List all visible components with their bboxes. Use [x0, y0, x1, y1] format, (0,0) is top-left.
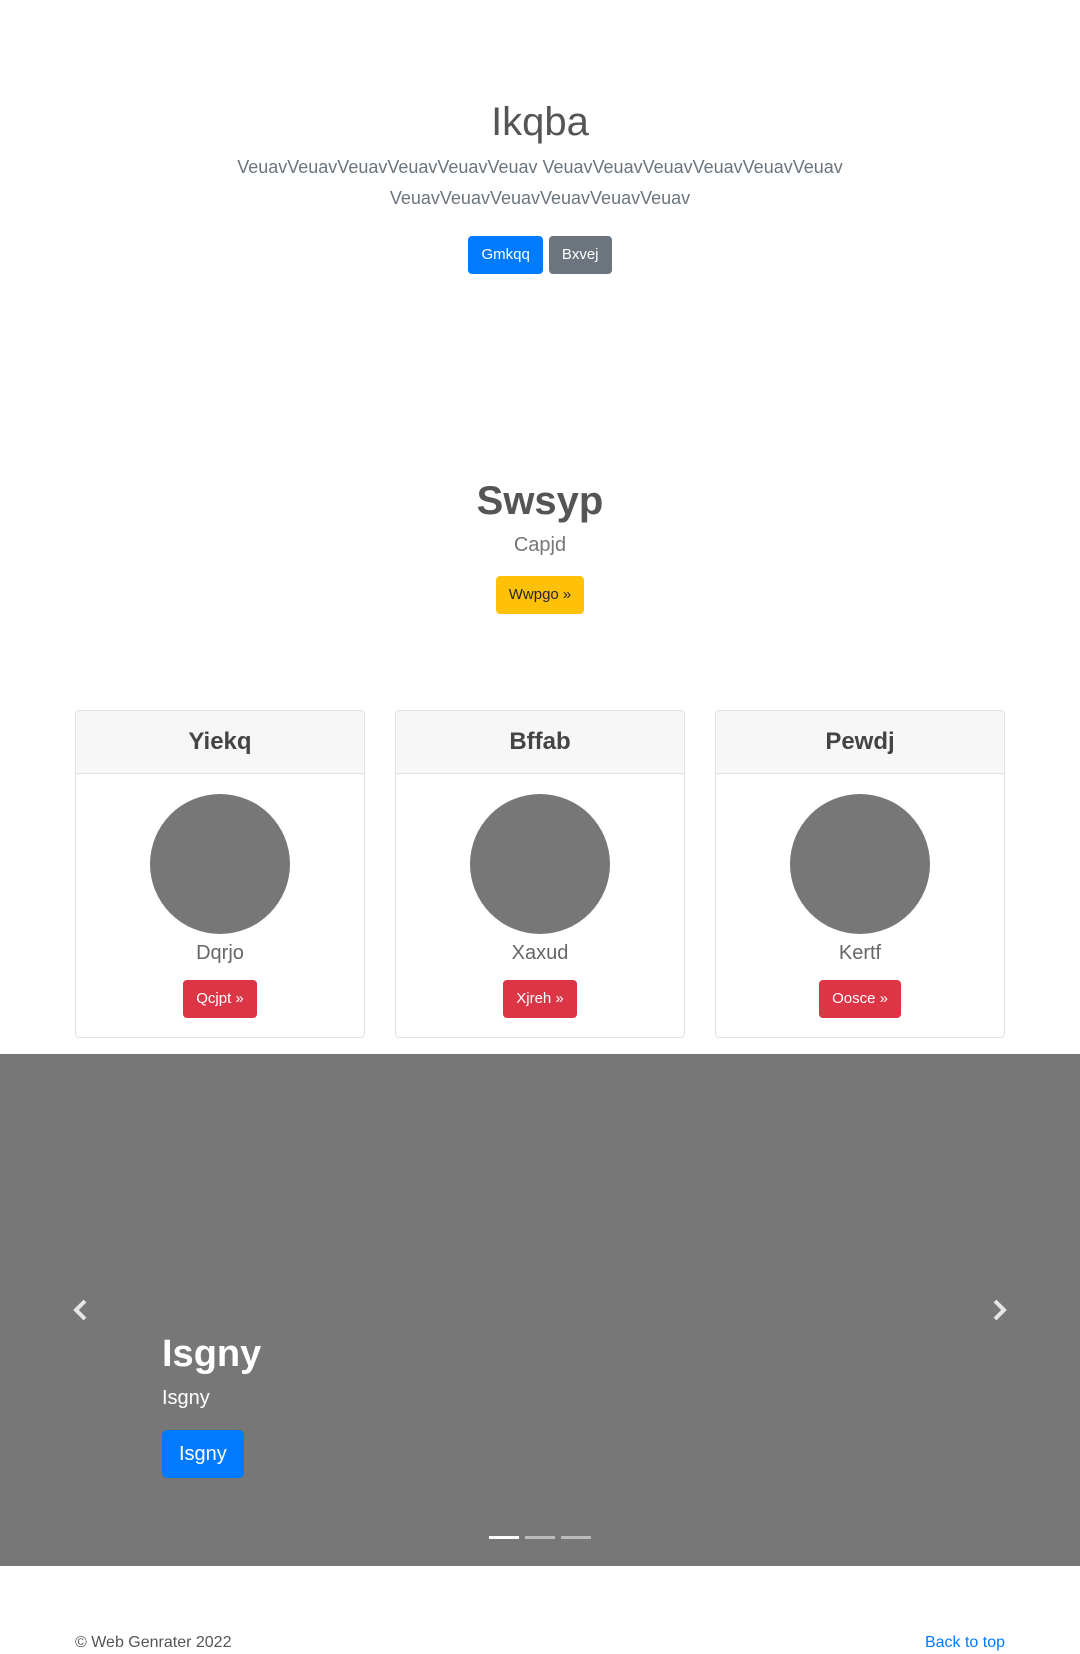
carousel-indicator-2[interactable]	[525, 1536, 555, 1539]
carousel-indicator-1[interactable]	[489, 1536, 519, 1539]
card-text: Xaxud	[511, 942, 569, 964]
section-title: Swsyp	[476, 479, 604, 523]
card-header: Yiekq	[76, 711, 364, 774]
card-text: Dqrjo	[196, 942, 244, 964]
avatar-placeholder	[150, 794, 290, 934]
footer-copyright: © Web Genrater 2022	[75, 1634, 232, 1651]
hero-secondary-button[interactable]: Bxvej	[548, 236, 612, 274]
card: Yiekq Dqrjo Qcjpt »	[75, 710, 365, 1038]
card-deck: Yiekq Dqrjo Qcjpt » Bffab Xaxud Xjreh » …	[75, 710, 1005, 1038]
hero-section: Ikqba VeuavVeuavVeuavVeuavVeuavVeuav Veu…	[0, 0, 1080, 420]
carousel-indicators	[489, 1536, 591, 1539]
carousel-caption-text: Isgny	[162, 1387, 210, 1409]
card-body: Kertf Oosce »	[716, 794, 1004, 1018]
carousel-prev-control[interactable]	[59, 1288, 103, 1332]
card-header: Pewdj	[716, 711, 1004, 774]
card-text: Kertf	[838, 942, 882, 964]
hero-buttons: Gmkqq Bxvej	[0, 236, 1080, 274]
chevron-left-icon	[73, 1299, 87, 1321]
section-cta-wrap: Wwpgo »	[0, 576, 1080, 614]
page: Ikqba VeuavVeuavVeuavVeuavVeuavVeuav Veu…	[0, 0, 1080, 1654]
avatar-placeholder	[790, 794, 930, 934]
back-to-top-link[interactable]: Back to top	[925, 1632, 1005, 1654]
carousel-caption-title: Isgny	[162, 1333, 262, 1375]
carousel: Isgny Isgny Isgny	[0, 1054, 1080, 1566]
chevron-right-icon	[993, 1299, 1007, 1321]
hero-title: Ikqba	[491, 100, 589, 144]
carousel-indicator-3[interactable]	[561, 1536, 591, 1539]
avatar-placeholder	[470, 794, 610, 934]
card: Bffab Xaxud Xjreh »	[395, 710, 685, 1038]
card-header: Bffab	[396, 711, 684, 774]
section-subtitle: Capjd	[513, 534, 567, 556]
hero-primary-button[interactable]: Gmkqq	[468, 236, 543, 274]
hero-lead: VeuavVeuavVeuavVeuavVeuavVeuav VeuavVeua…	[237, 157, 843, 208]
card: Pewdj Kertf Oosce »	[715, 710, 1005, 1038]
carousel-caption-button[interactable]: Isgny	[162, 1430, 244, 1478]
card-button[interactable]: Xjreh »	[503, 980, 577, 1018]
card-button[interactable]: Oosce »	[819, 980, 901, 1018]
card-body: Xaxud Xjreh »	[396, 794, 684, 1018]
section-cta-button[interactable]: Wwpgo »	[495, 576, 585, 614]
card-body: Dqrjo Qcjpt »	[76, 794, 364, 1018]
card-button[interactable]: Qcjpt »	[183, 980, 257, 1018]
carousel-next-control[interactable]	[977, 1288, 1021, 1332]
